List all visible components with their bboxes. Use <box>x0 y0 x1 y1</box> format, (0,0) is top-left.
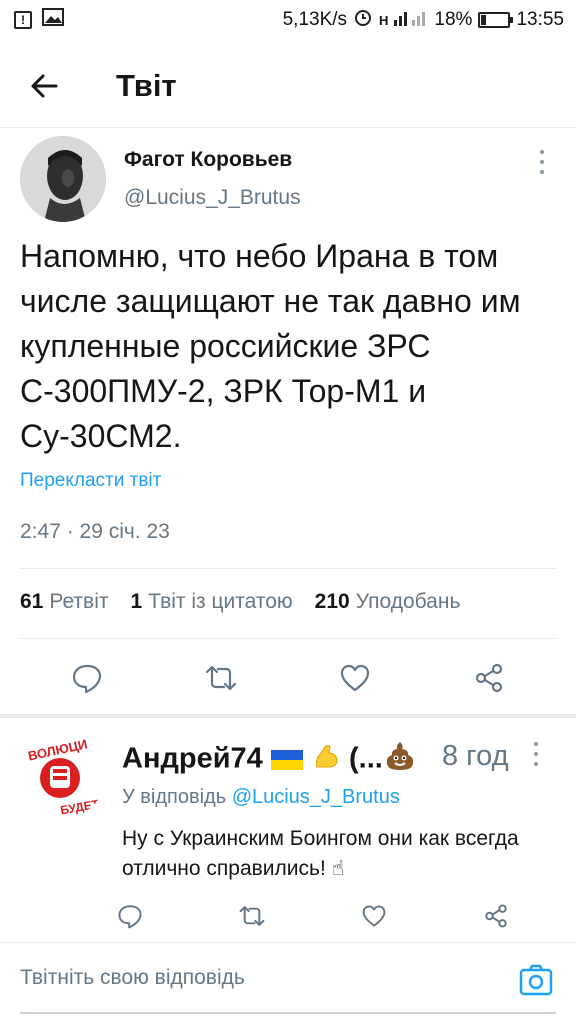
network-speed: 5,13K/s <box>282 9 348 30</box>
camera-icon <box>519 964 553 996</box>
reply-author-name-text: Андрей74 <box>122 742 263 775</box>
tweet-more-button[interactable] <box>530 148 554 176</box>
status-bar: ! 5,13K/s H 18% 13:55 <box>0 0 576 40</box>
reply-reply-button[interactable] <box>110 896 150 936</box>
more-dot <box>540 170 544 174</box>
quotes-count: 1 <box>130 590 143 613</box>
section-separator <box>0 714 576 718</box>
reply-to-label: У відповідь <box>122 786 227 808</box>
reply-author-name[interactable]: Андрей74 (... <box>122 740 417 780</box>
reply-actions <box>110 896 516 936</box>
likes-count: 210 <box>314 590 350 613</box>
heart-icon <box>362 905 386 927</box>
battery-percent: 18% <box>434 9 473 30</box>
more-dot <box>534 742 538 746</box>
retweet-icon <box>239 906 265 926</box>
clock: 13:55 <box>516 9 564 30</box>
author-name[interactable]: Фагот Коровьев <box>124 148 292 172</box>
more-dot <box>540 150 544 154</box>
pile-of-poo-icon <box>383 740 417 780</box>
reply-like-button[interactable] <box>354 896 394 936</box>
share-icon <box>485 904 507 928</box>
notification-icon: ! <box>14 11 32 29</box>
heart-icon <box>340 664 370 692</box>
battery-icon <box>478 12 514 28</box>
reply-to-line: У відповідь @Lucius_J_Brutus <box>122 786 400 809</box>
comment-icon <box>118 905 142 929</box>
author-handle[interactable]: @Lucius_J_Brutus <box>124 186 301 210</box>
reply-author-avatar[interactable]: ВОЛЮЦИ БУДЕТ <box>20 732 106 818</box>
signal-icon <box>394 8 428 32</box>
ukraine-flag-icon <box>270 750 303 770</box>
quotes-label: Твіт із цитатою <box>148 590 293 613</box>
camera-button[interactable] <box>518 962 554 998</box>
reply-to-handle[interactable]: @Lucius_J_Brutus <box>232 786 400 808</box>
back-button[interactable] <box>14 56 74 116</box>
top-app-bar: Твіт <box>0 44 576 128</box>
more-dot <box>534 752 538 756</box>
retweets-stat[interactable]: 61 Ретвіт <box>20 590 108 614</box>
divider <box>20 638 556 639</box>
likes-label: Уподобань <box>355 590 461 613</box>
divider <box>20 568 556 569</box>
tweet-stats: 61 Ретвіт 1 Твіт із цитатою 210 Уподобань <box>20 590 460 614</box>
like-button[interactable] <box>333 656 377 700</box>
compose-reply-input[interactable]: Твітніть свою відповідь <box>20 966 245 990</box>
reply-share-button[interactable] <box>476 896 516 936</box>
reply-author-name-suffix: (... <box>348 742 383 775</box>
author-avatar[interactable] <box>20 136 106 222</box>
tweet-actions <box>20 656 556 700</box>
reply-retweet-button[interactable] <box>232 896 272 936</box>
retweet-button[interactable] <box>199 656 243 700</box>
likes-stat[interactable]: 210 Уподобань <box>315 590 461 614</box>
share-button[interactable] <box>467 656 511 700</box>
flexed-biceps-icon <box>311 741 341 779</box>
reply-button[interactable] <box>65 656 109 700</box>
retweets-label: Ретвіт <box>49 590 109 613</box>
retweets-count: 61 <box>20 590 44 613</box>
network-type: H <box>379 12 389 28</box>
reply-more-button[interactable] <box>524 742 548 766</box>
tweet-timestamp: 2:47 · 29 січ. 23 <box>20 520 170 543</box>
tweet-text: Напомню, что небо Ирана в том числе защи… <box>20 238 521 454</box>
battery-fill <box>481 15 487 25</box>
retweet-icon <box>205 665 237 691</box>
more-dot <box>540 160 544 164</box>
divider <box>0 942 576 943</box>
translate-tweet-link[interactable]: Перекласти твіт <box>20 470 161 492</box>
reply-time: 8 год <box>442 740 509 772</box>
reply-text: Ну с Украинским Боингом они как всегда о… <box>122 827 519 880</box>
compose-underline <box>20 1012 556 1014</box>
page-title: Твіт <box>116 67 177 103</box>
quotes-stat[interactable]: 1 Твіт із цитатою <box>130 590 292 614</box>
more-dot <box>534 762 538 766</box>
share-icon <box>475 663 503 693</box>
alarm-icon <box>353 7 373 33</box>
image-notification-icon <box>42 8 64 32</box>
arrow-left-icon <box>31 74 58 97</box>
comment-icon <box>72 664 102 694</box>
